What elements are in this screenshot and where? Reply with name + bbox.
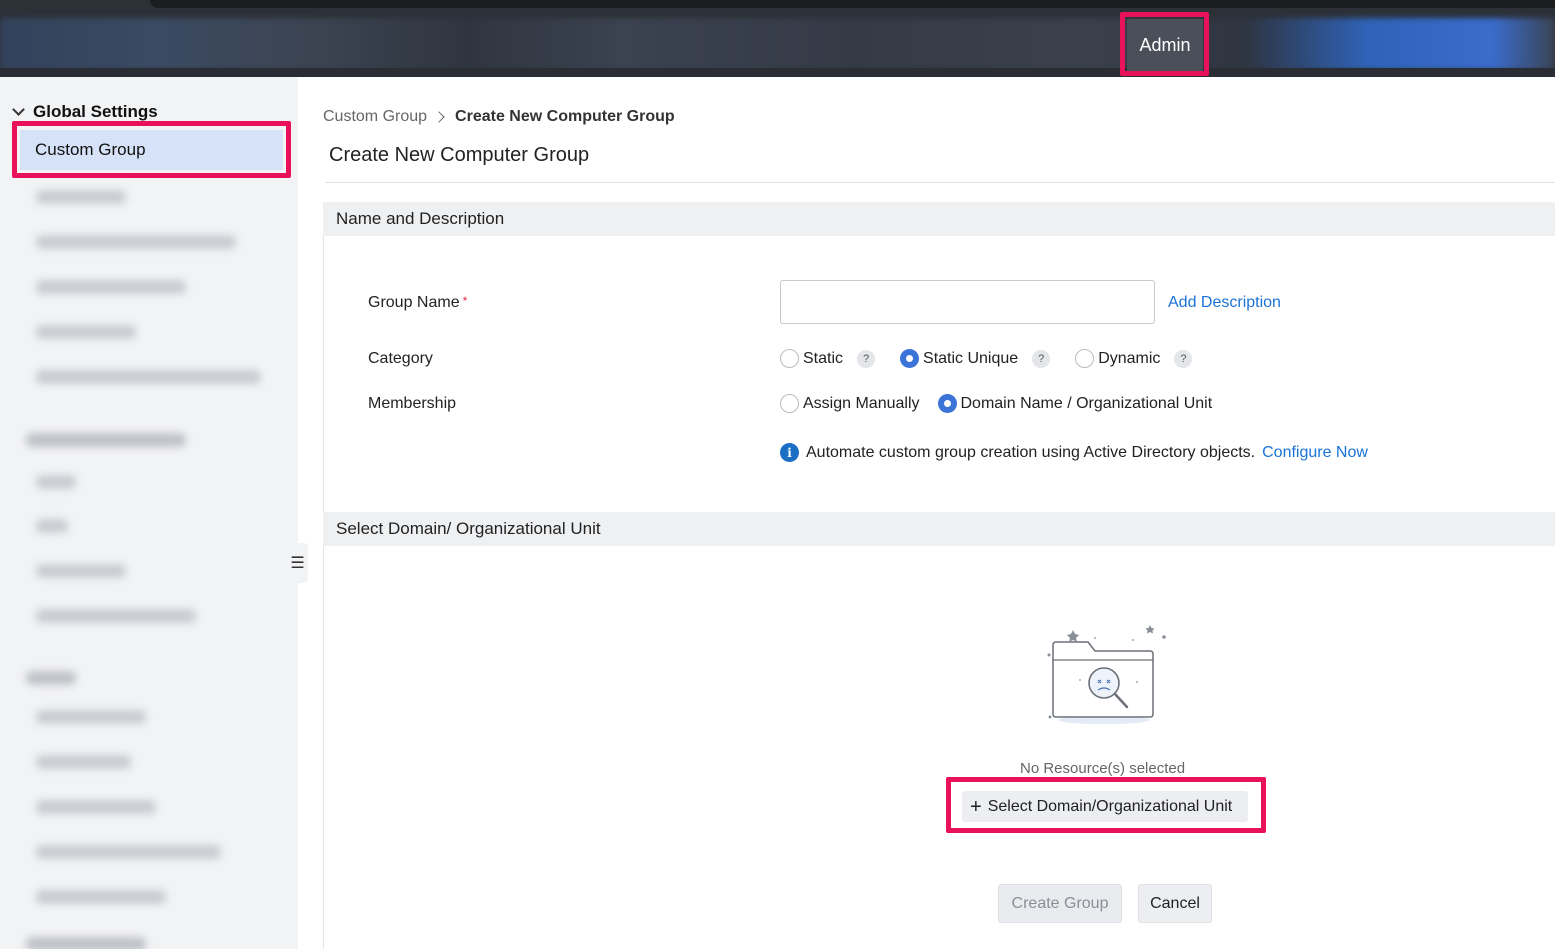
chevron-down-icon [12,103,25,116]
info-message: i Automate custom group creation using A… [780,443,1368,462]
section-header-name-description: Name and Description [323,202,1555,236]
sidebar-item-blurred[interactable] [36,564,126,578]
help-icon[interactable]: ? [1174,349,1193,368]
admin-tab[interactable]: Admin [1127,19,1203,71]
membership-option-label[interactable]: Assign Manually [803,395,920,413]
plus-icon: + [970,795,982,818]
breadcrumb-current: Create New Computer Group [455,108,675,125]
sidebar-section-blurred[interactable] [26,937,146,949]
sidebar-item-custom-group[interactable]: Custom Group [20,130,283,170]
cancel-button[interactable]: Cancel [1138,884,1212,923]
sidebar-section-title: Global Settings [33,102,158,121]
add-description-link[interactable]: Add Description [1168,294,1281,312]
page-title: Create New Computer Group [329,144,590,166]
group-name-input[interactable] [780,280,1155,324]
sidebar-item-blurred[interactable] [36,609,196,623]
sidebar-section-blurred[interactable] [26,671,76,685]
sidebar-item-blurred[interactable] [36,800,156,814]
sidebar-item-blurred[interactable] [36,370,261,384]
configure-now-link[interactable]: Configure Now [1262,444,1368,462]
sidebar-item-blurred[interactable] [36,710,146,724]
sidebar-item-blurred[interactable] [36,890,166,904]
chevron-right-icon [433,111,445,123]
category-static-radio[interactable] [780,349,799,368]
category-radio-group: Static ? Static Unique ? Dynamic ? [780,349,1193,368]
sidebar-section-global-settings[interactable]: Global Settings [12,102,158,122]
sidebar-item-blurred[interactable] [36,280,186,294]
group-name-label-text: Group Name [368,294,460,311]
membership-option-label[interactable]: Domain Name / Organizational Unit [961,395,1213,413]
membership-label: Membership [368,395,457,412]
breadcrumb-parent-link[interactable]: Custom Group [323,108,427,126]
select-domain-ou-button[interactable]: + Select Domain/Organizational Unit [962,791,1248,822]
category-dynamic-radio[interactable] [1075,349,1095,368]
category-option-label[interactable]: Static [803,350,843,368]
sidebar-toggle-handle[interactable]: ☰ [287,543,308,583]
topbar-divider [0,68,1555,77]
sidebar: Global Settings Custom Group [0,77,298,949]
group-name-label: Group Name * [368,294,467,312]
membership-domain-ou-radio[interactable] [937,394,957,413]
create-group-button[interactable]: Create Group [998,884,1122,923]
sidebar-item-blurred[interactable] [36,519,68,533]
sidebar-item-blurred[interactable] [36,845,221,859]
membership-assign-manually-radio[interactable] [780,394,799,413]
info-text: Automate custom group creation using Act… [806,443,1256,461]
help-icon[interactable]: ? [1032,349,1051,368]
category-option-label[interactable]: Static Unique [923,350,1018,368]
category-label: Category [368,350,433,367]
section-title: Name and Description [336,209,505,228]
empty-folder-search-icon [1047,625,1166,724]
sidebar-section-blurred[interactable] [26,433,186,447]
sidebar-item-blurred[interactable] [36,325,136,339]
top-navigation-bar: Admin [0,0,1555,77]
blurred-navigation-tabs [0,18,1555,70]
empty-state-text: No Resource(s) selected [1020,760,1186,777]
sidebar-item-blurred[interactable] [36,190,126,204]
section-title: Select Domain/ Organizational Unit [336,519,601,538]
membership-radio-group: Assign Manually Domain Name / Organizati… [780,394,1212,413]
section-header-select-domain: Select Domain/ Organizational Unit [323,512,1555,546]
breadcrumb: Custom Group Create New Computer Group [323,108,675,126]
help-icon[interactable]: ? [857,349,876,368]
sidebar-item-blurred[interactable] [36,475,76,489]
browser-strip [150,0,1555,8]
form-left-border [323,202,324,949]
info-icon: i [780,443,799,462]
select-domain-ou-label: Select Domain/Organizational Unit [987,797,1233,815]
sidebar-item-blurred[interactable] [36,755,131,769]
divider [325,182,1555,183]
required-indicator: * [462,294,468,308]
menu-icon: ☰ [290,555,305,572]
category-option-label[interactable]: Dynamic [1098,350,1160,368]
category-static-unique-radio[interactable] [900,349,920,368]
sidebar-item-label: Custom Group [35,140,146,159]
sidebar-item-blurred[interactable] [36,235,236,249]
